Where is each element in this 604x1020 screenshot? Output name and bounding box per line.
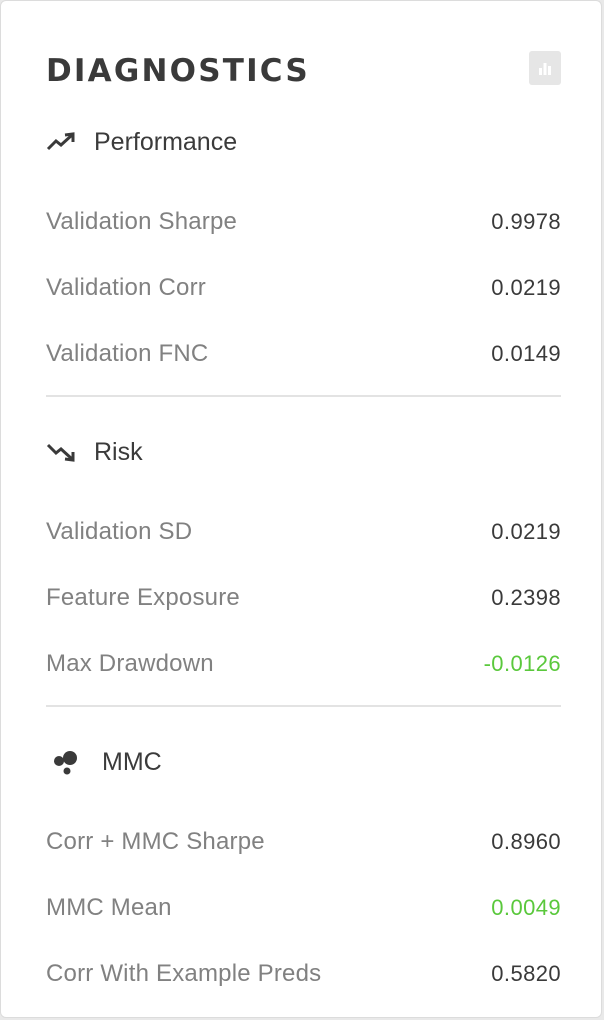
metric-row: Validation Sharpe 0.9978	[46, 189, 561, 255]
metric-value: 0.8960	[491, 829, 561, 854]
metric-value: -0.0126	[483, 651, 561, 676]
metric-label: Corr With Example Preds	[46, 960, 322, 987]
metric-value: 0.9978	[491, 209, 561, 234]
section-performance: Performance Validation Sharpe 0.9978 Val…	[46, 119, 561, 387]
section-risk: Risk Validation SD 0.0219 Feature Exposu…	[46, 429, 561, 697]
section-mmc: MMC Corr + MMC Sharpe 0.8960 MMC Mean 0.…	[46, 739, 561, 1007]
section-divider	[46, 705, 561, 707]
metric-label: Max Drawdown	[46, 650, 214, 677]
section-label: Performance	[94, 127, 238, 156]
metric-value: 0.0219	[491, 519, 561, 544]
bubbles-icon	[50, 749, 86, 775]
metric-value: 0.5820	[491, 961, 561, 986]
metric-row: Max Drawdown -0.0126	[46, 631, 561, 697]
metric-value: 0.0049	[491, 895, 561, 920]
metric-row: MMC Mean 0.0049	[46, 875, 561, 941]
metric-row: Validation Corr 0.0219	[46, 255, 561, 321]
section-header: Performance	[46, 119, 561, 165]
section-divider	[46, 395, 561, 397]
metric-value: 0.0219	[491, 275, 561, 300]
metric-label: Validation Sharpe	[46, 208, 238, 235]
metric-row: Corr With Example Preds 0.5820	[46, 941, 561, 1007]
metric-value: 0.0149	[491, 341, 561, 366]
section-header: Risk	[46, 429, 561, 475]
metric-row: Corr + MMC Sharpe 0.8960	[46, 809, 561, 875]
metric-row: Feature Exposure 0.2398	[46, 565, 561, 631]
panel-title: DIAGNOSTICS	[46, 53, 310, 89]
bar-chart-icon	[539, 63, 551, 75]
metric-label: Validation FNC	[46, 340, 209, 367]
metric-row: Validation FNC 0.0149	[46, 321, 561, 387]
section-label: MMC	[102, 747, 162, 776]
diagnostics-panel: DIAGNOSTICS Performance Validation Sharp…	[0, 0, 602, 1018]
metric-row: Validation SD 0.0219	[46, 499, 561, 565]
trending-down-icon	[46, 439, 78, 465]
metric-label: Validation SD	[46, 518, 193, 545]
metric-label: Validation Corr	[46, 274, 206, 301]
metric-label: MMC Mean	[46, 894, 172, 921]
section-label: Risk	[94, 437, 143, 466]
metric-value: 0.2398	[491, 585, 561, 610]
section-header: MMC	[46, 739, 561, 785]
metric-label: Feature Exposure	[46, 584, 240, 611]
chart-toggle-button[interactable]	[529, 51, 561, 85]
metric-label: Corr + MMC Sharpe	[46, 828, 265, 855]
trending-up-icon	[46, 129, 78, 155]
